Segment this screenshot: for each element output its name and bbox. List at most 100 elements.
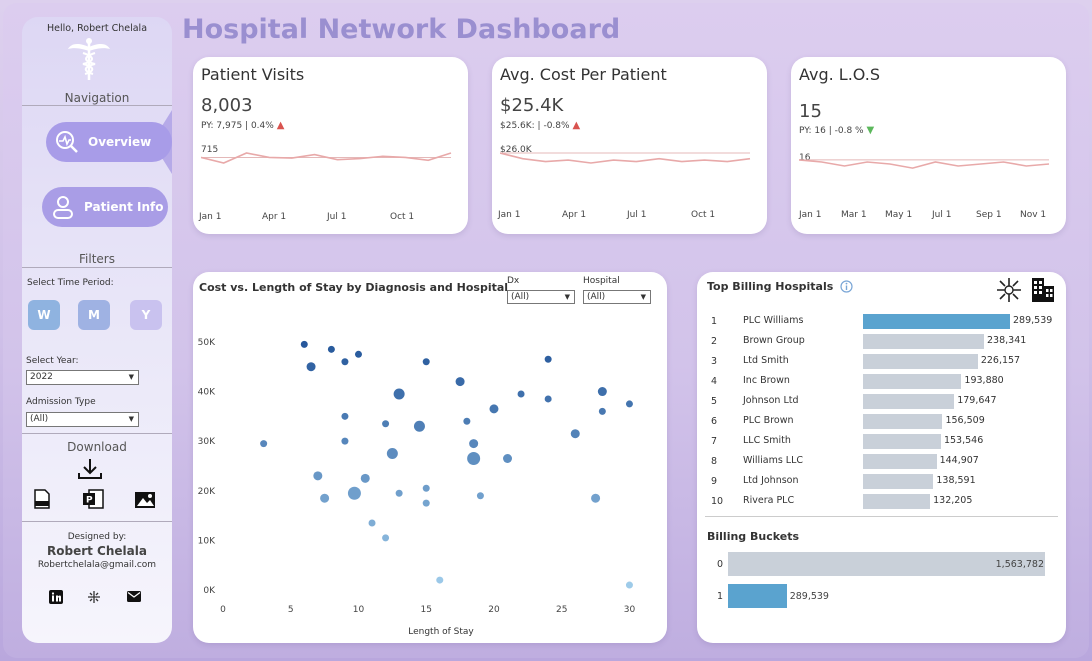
scatter-point[interactable] [368,519,376,527]
billing-value: 193,880 [964,375,1004,386]
download-arrow-icon[interactable] [76,457,104,481]
scatter-point[interactable] [469,439,479,449]
scatter-plot[interactable]: 0K 10K 20K 30K 40K 50K 0 5 10 15 20 25 30 Length of S… [193,272,667,643]
billing-row[interactable]: 5 Johnson Ltd 179,647 [707,392,1057,412]
scatter-point[interactable] [260,440,268,448]
time-year-button[interactable]: Y [130,300,162,330]
billing-row[interactable]: 9 Ltd Johnson 138,591 [707,472,1057,492]
scatter-point[interactable] [422,358,430,366]
scatter-point[interactable] [341,358,349,366]
scatter-point[interactable] [544,355,552,363]
info-icon[interactable] [840,280,853,293]
y-tick-label: 20K [198,487,216,497]
scatter-point[interactable] [467,452,481,465]
scatter-point[interactable] [517,390,525,398]
email-icon[interactable] [127,591,141,602]
divider [22,521,172,522]
scatter-point[interactable] [489,404,499,414]
billing-value: 144,907 [939,455,979,466]
nav-patient-info-button[interactable]: Patient Info [42,187,168,227]
billing-bar [863,434,941,449]
scatter-point[interactable] [422,484,430,492]
scatter-point[interactable] [422,499,430,507]
tableau-icon[interactable] [87,590,101,604]
kpi-axis-tick: Jan 1 [498,210,521,220]
bucket-bar[interactable] [728,584,787,608]
scatter-point[interactable] [625,400,633,408]
scatter-point[interactable] [570,429,580,439]
year-select[interactable]: 2022 ▼ [26,370,139,385]
scatter-card: Cost vs. Length of Stay by Diagnosis and… [193,272,667,643]
billing-rank: 4 [711,376,718,387]
scatter-point[interactable] [347,486,361,500]
scatter-point[interactable] [597,387,607,397]
scatter-point[interactable] [393,388,405,400]
divider [22,267,172,268]
scatter-point[interactable] [386,448,398,460]
scatter-point[interactable] [382,420,390,428]
scatter-point[interactable] [313,471,323,481]
scatter-point[interactable] [341,412,349,420]
scatter-point[interactable] [382,534,390,542]
billing-row[interactable]: 10 Rivera PLC 132,205 [707,492,1057,512]
billing-bar [863,454,937,469]
scatter-point[interactable] [476,492,484,500]
time-month-button[interactable]: M [78,300,110,330]
scatter-point[interactable] [455,377,465,387]
scatter-point[interactable] [436,576,444,584]
billing-value: 138,591 [936,475,976,486]
scatter-point[interactable] [625,581,633,589]
scatter-point[interactable] [300,340,308,348]
billing-hospital-name: LLC Smith [743,435,791,446]
kpi-axis-tick: Jul 1 [327,212,347,222]
kpi-axis-tick: Jan 1 [199,212,222,222]
sidebar: Hello, Robert Chelala Navigation Overvie… [22,17,172,643]
billing-row[interactable]: 1 PLC Williams 289,539 [707,312,1057,332]
scatter-point[interactable] [413,420,425,432]
trend-down-icon: ▼ [866,125,875,136]
greeting: Hello, Robert Chelala [46,23,148,34]
scatter-point[interactable] [598,407,606,415]
x-tick-label: 5 [288,605,294,615]
kpi-value: $25.4K [500,95,564,116]
scatter-point[interactable] [320,493,330,503]
kpi-axis-tick: Oct 1 [390,212,415,222]
sparkline-series [799,159,1050,169]
x-axis-label: Length of Stay [408,627,474,637]
scatter-point[interactable] [591,493,601,503]
y-tick-label: 50K [198,338,216,348]
billing-bar [863,354,978,369]
billing-hospital-name: Inc Brown [743,375,790,386]
kpi-value: 15 [799,101,822,122]
kpi-title: Avg. L.O.S [799,65,880,84]
analytics-magnifier-icon [56,131,78,153]
scatter-point[interactable] [327,345,335,353]
time-week-button[interactable]: W [28,300,60,330]
scatter-point[interactable] [354,350,362,358]
image-icon[interactable] [134,491,156,509]
scatter-point[interactable] [463,417,471,425]
billing-row[interactable]: 2 Brown Group 238,341 [707,332,1057,352]
billing-row[interactable]: 4 Inc Brown 193,880 [707,372,1057,392]
scatter-point[interactable] [360,473,370,483]
scatter-point[interactable] [503,454,513,463]
linkedin-icon[interactable] [49,590,63,604]
billing-row[interactable]: 3 Ltd Smith 226,157 [707,352,1057,372]
powerpoint-icon[interactable]: P [82,489,104,509]
billing-rank: 9 [711,476,718,487]
nav-patient-info-label: Patient Info [84,200,164,214]
billing-row[interactable]: 7 LLC Smith 153,546 [707,432,1057,452]
billing-row[interactable]: 8 Williams LLC 144,907 [707,452,1057,472]
scatter-point[interactable] [395,489,403,497]
kpi-axis-tick: Apr 1 [562,210,587,220]
nav-overview-label: Overview [88,135,152,149]
scatter-point[interactable] [341,437,349,445]
scatter-point[interactable] [544,395,552,403]
billing-value: 153,546 [943,435,984,446]
nav-overview-button[interactable]: Overview [46,122,172,162]
pdf-icon[interactable] [34,489,50,509]
bucket-value: 289,539 [789,591,829,602]
billing-row[interactable]: 6 PLC Brown 156,509 [707,412,1057,432]
scatter-point[interactable] [306,362,316,372]
admission-type-select[interactable]: (All) ▼ [26,412,139,427]
